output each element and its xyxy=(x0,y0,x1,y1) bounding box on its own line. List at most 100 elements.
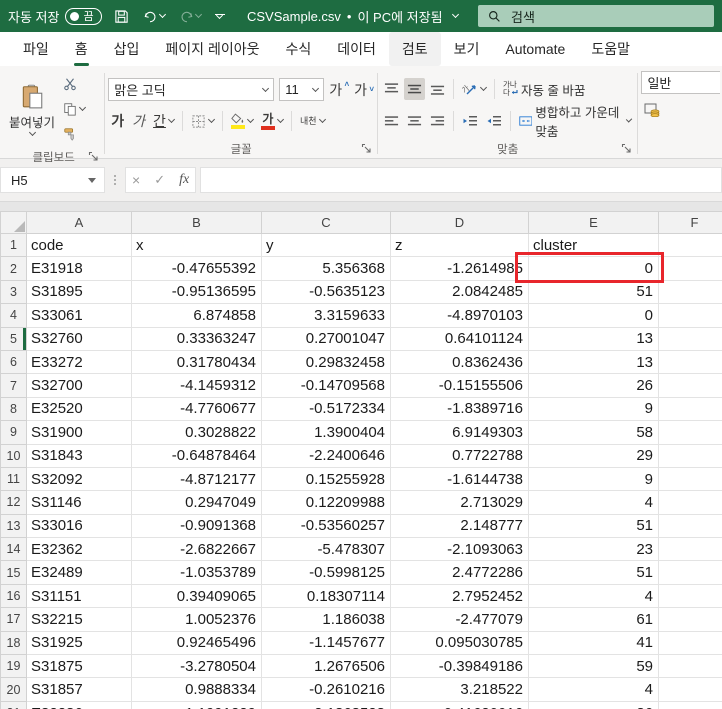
cell[interactable]: S32215 xyxy=(27,608,132,631)
formula-input[interactable] xyxy=(200,167,722,193)
tab-view[interactable]: 보기 xyxy=(441,32,493,66)
cell[interactable]: 51 xyxy=(529,514,659,537)
select-all-corner[interactable] xyxy=(1,212,27,234)
cell[interactable]: 1.2676506 xyxy=(262,655,391,678)
row-header[interactable]: 3 xyxy=(1,280,27,303)
undo-dropdown-icon[interactable] xyxy=(159,11,166,18)
cell[interactable] xyxy=(659,257,722,280)
font-color-button[interactable]: 가 xyxy=(258,110,286,132)
italic-button[interactable]: 가 xyxy=(129,110,148,132)
row-header[interactable]: 18 xyxy=(1,631,27,654)
cell[interactable]: 0.64101124 xyxy=(391,327,529,350)
cell[interactable]: -4.7760677 xyxy=(132,397,262,420)
cell[interactable]: 9 xyxy=(529,397,659,420)
row-header[interactable]: 19 xyxy=(1,655,27,678)
borders-dropdown-icon[interactable] xyxy=(208,116,215,123)
cell[interactable]: S33016 xyxy=(27,514,132,537)
row-header[interactable]: 12 xyxy=(1,491,27,514)
cell[interactable]: z xyxy=(391,234,529,257)
cell[interactable]: -3.2780504 xyxy=(132,655,262,678)
cell[interactable]: S32700 xyxy=(27,374,132,397)
cell[interactable]: 0.39409065 xyxy=(132,584,262,607)
cell[interactable]: S31857 xyxy=(27,678,132,701)
cell[interactable] xyxy=(659,538,722,561)
borders-button[interactable] xyxy=(188,110,217,132)
cell[interactable] xyxy=(659,655,722,678)
phonetic-guide-button[interactable]: 내천 xyxy=(297,110,328,132)
cell[interactable]: 0.27001047 xyxy=(262,327,391,350)
wrap-text-button[interactable]: 가나 다 자동 줄 바꿈 xyxy=(500,78,588,100)
cell[interactable]: -4.1459312 xyxy=(132,374,262,397)
cell[interactable] xyxy=(659,304,722,327)
cell[interactable]: 2.7952452 xyxy=(391,584,529,607)
cell[interactable]: -2.1093063 xyxy=(391,538,529,561)
bold-button[interactable]: 가 xyxy=(108,110,127,132)
cell[interactable]: S31895 xyxy=(27,280,132,303)
cell[interactable]: 0.12209988 xyxy=(262,491,391,514)
cell[interactable]: E32520 xyxy=(27,397,132,420)
cell[interactable]: E32286 xyxy=(27,701,132,709)
row-header[interactable]: 5 xyxy=(1,327,27,350)
align-top-button[interactable] xyxy=(381,78,402,100)
cell[interactable]: -1.8389716 xyxy=(391,397,529,420)
cell[interactable]: S32092 xyxy=(27,467,132,490)
cell[interactable]: S31900 xyxy=(27,421,132,444)
cell[interactable]: 0.7722788 xyxy=(391,444,529,467)
cell[interactable]: -2.6822667 xyxy=(132,538,262,561)
cell[interactable]: -0.95136595 xyxy=(132,280,262,303)
increase-indent-button[interactable] xyxy=(483,110,505,132)
cell[interactable]: 0.31780434 xyxy=(132,350,262,373)
cell[interactable]: -0.47655392 xyxy=(132,257,262,280)
fill-color-dropdown-icon[interactable] xyxy=(247,116,254,123)
cell[interactable]: -0.64878464 xyxy=(132,444,262,467)
cell[interactable]: -0.5635123 xyxy=(262,280,391,303)
cell[interactable] xyxy=(659,397,722,420)
cell[interactable]: 2.0842485 xyxy=(391,280,529,303)
cell[interactable] xyxy=(659,561,722,584)
number-format-select[interactable]: 일반 xyxy=(641,71,720,94)
cell[interactable]: 59 xyxy=(529,655,659,678)
cell[interactable]: -0.5998125 xyxy=(262,561,391,584)
tab-formulas[interactable]: 수식 xyxy=(272,32,324,66)
tab-page-layout[interactable]: 페이지 레이아웃 xyxy=(152,32,272,66)
save-button[interactable] xyxy=(112,7,131,26)
cell[interactable]: 13 xyxy=(529,350,659,373)
cell[interactable] xyxy=(659,444,722,467)
cell[interactable]: 4 xyxy=(529,678,659,701)
font-color-dropdown-icon[interactable] xyxy=(277,116,284,123)
cell[interactable]: -0.39849186 xyxy=(391,655,529,678)
row-header[interactable]: 20 xyxy=(1,678,27,701)
cell[interactable]: S33061 xyxy=(27,304,132,327)
cell[interactable]: 0.8362436 xyxy=(391,350,529,373)
paste-button[interactable]: 붙여넣기 xyxy=(6,69,58,149)
cell[interactable]: S31925 xyxy=(27,631,132,654)
cell[interactable]: E33272 xyxy=(27,350,132,373)
cell[interactable] xyxy=(659,374,722,397)
column-header-b[interactable]: B xyxy=(132,212,262,234)
cell[interactable]: 0.41620016 xyxy=(391,701,529,709)
cell[interactable]: 0.33363247 xyxy=(132,327,262,350)
search-input[interactable]: 검색 xyxy=(478,5,714,27)
tab-file[interactable]: 파일 xyxy=(10,32,62,66)
cell[interactable] xyxy=(659,234,722,257)
cell[interactable]: -4.8970103 xyxy=(391,304,529,327)
merge-dropdown-icon[interactable] xyxy=(626,116,633,123)
cell[interactable]: 0 xyxy=(529,304,659,327)
tab-review[interactable]: 검토 xyxy=(389,32,441,66)
cancel-icon[interactable]: × xyxy=(132,172,140,188)
align-middle-button[interactable] xyxy=(404,78,425,100)
cell[interactable]: 3.3159633 xyxy=(262,304,391,327)
row-header[interactable]: 15 xyxy=(1,561,27,584)
font-dialog-launcher-icon[interactable] xyxy=(361,143,372,154)
column-header-a[interactable]: A xyxy=(27,212,132,234)
cell[interactable]: x xyxy=(132,234,262,257)
cell[interactable]: S31146 xyxy=(27,491,132,514)
cell[interactable]: S31151 xyxy=(27,584,132,607)
cell[interactable]: -0.5172334 xyxy=(262,397,391,420)
autosave-toggle[interactable]: 자동 저장 끔 xyxy=(8,7,102,26)
cell[interactable]: 4 xyxy=(529,584,659,607)
cell[interactable]: S32760 xyxy=(27,327,132,350)
cell[interactable]: 0.2947049 xyxy=(132,491,262,514)
copy-dropdown-icon[interactable] xyxy=(79,104,86,111)
cell[interactable] xyxy=(659,631,722,654)
